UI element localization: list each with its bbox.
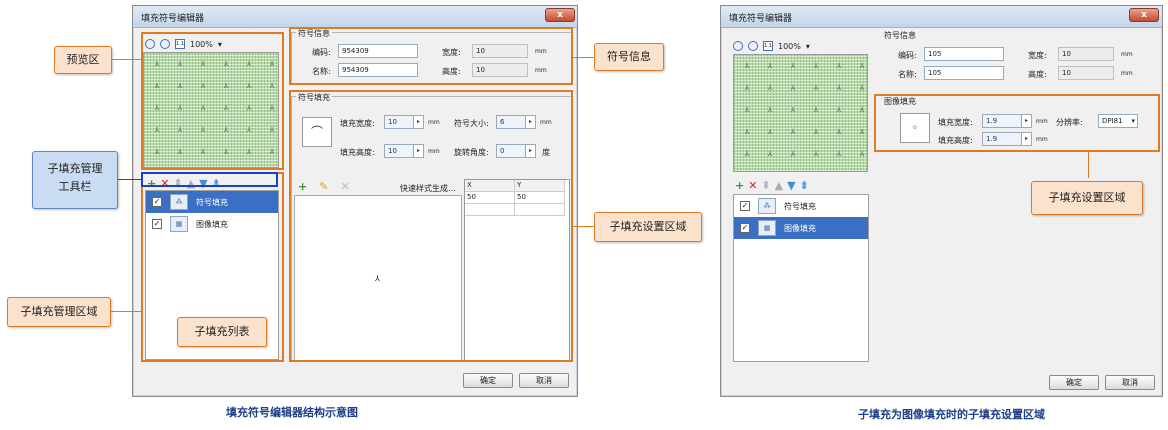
list-item-label: 符号填充 bbox=[784, 201, 816, 211]
code-label: 编码: bbox=[898, 51, 917, 60]
pattern-mark-icon: ⅄ bbox=[813, 150, 819, 158]
pattern-mark-icon: ⅄ bbox=[767, 84, 773, 92]
pattern-mark-icon: ⅄ bbox=[813, 84, 819, 92]
pattern-mark-icon: ⅄ bbox=[790, 128, 796, 136]
callout-subfill-list: 子填充列表 bbox=[177, 317, 267, 347]
arrow-subfill-manage bbox=[111, 311, 141, 312]
ok-button[interactable]: 确定 bbox=[463, 373, 513, 388]
cancel-button[interactable]: 取消 bbox=[1105, 375, 1155, 390]
pattern-mark-icon: ⅄ bbox=[744, 128, 750, 136]
image-fill-icon: ▦ bbox=[758, 220, 776, 236]
move-down-icon[interactable]: ▼ bbox=[787, 179, 795, 192]
callout-subfill-toolbar: 子填充管理 工具栏 bbox=[32, 151, 118, 209]
pattern-mark-icon: ⅄ bbox=[813, 62, 819, 70]
callout-subfill-manage: 子填充管理区域 bbox=[7, 297, 111, 327]
pattern-mark-icon: ⅄ bbox=[859, 106, 865, 114]
pattern-mark-icon: ⅄ bbox=[836, 84, 842, 92]
subfill-toolbar-frame bbox=[141, 172, 278, 187]
list-item-label: 图像填充 bbox=[784, 223, 816, 233]
left-close-button[interactable]: x bbox=[545, 8, 575, 22]
right-subfill-list: ✓ ⁂ 符号填充 ✓ ▦ 图像填充 bbox=[733, 194, 869, 362]
callout-preview-area: 预览区 bbox=[54, 46, 112, 74]
right-close-button[interactable]: x bbox=[1129, 8, 1159, 22]
group-label: 符号信息 bbox=[882, 30, 918, 41]
zoom-level[interactable]: 100% bbox=[778, 42, 801, 51]
pattern-mark-icon: ⅄ bbox=[767, 106, 773, 114]
right-zoom-bar: 1:1 100% ▾ bbox=[733, 39, 810, 53]
pattern-mark-icon: ⅄ bbox=[813, 128, 819, 136]
zoom-dropdown-icon[interactable]: ▾ bbox=[806, 42, 810, 51]
preview-area-frame bbox=[141, 32, 284, 170]
right-subfill-toolbar: + ✕ ⇞ ▲ ▼ ⇟ bbox=[735, 178, 809, 192]
zoom-in-icon[interactable] bbox=[733, 41, 743, 51]
pattern-mark-icon: ⅄ bbox=[859, 128, 865, 136]
actual-size-icon[interactable]: 1:1 bbox=[763, 41, 773, 51]
pattern-mark-icon: ⅄ bbox=[790, 150, 796, 158]
width-label: 宽度: bbox=[1028, 51, 1047, 60]
pattern-mark-icon: ⅄ bbox=[790, 62, 796, 70]
cancel-button[interactable]: 取消 bbox=[519, 373, 569, 388]
code-input[interactable]: 105 bbox=[924, 47, 1004, 61]
symbol-info-frame bbox=[289, 27, 573, 85]
pattern-mark-icon: ⅄ bbox=[790, 106, 796, 114]
pattern-mark-icon: ⅄ bbox=[744, 62, 750, 70]
pattern-mark-icon: ⅄ bbox=[859, 84, 865, 92]
arrow-subfill-settings bbox=[573, 226, 594, 227]
name-label: 名称: bbox=[898, 70, 917, 79]
pattern-mark-icon: ⅄ bbox=[744, 150, 750, 158]
zoom-out-icon[interactable] bbox=[748, 41, 758, 51]
arrow-right-subfill bbox=[1088, 152, 1089, 178]
callout-subfill-settings: 子填充设置区域 bbox=[594, 212, 702, 242]
caption-right: 子填充为图像填充时的子填充设置区域 bbox=[858, 408, 1045, 421]
ok-button[interactable]: 确定 bbox=[1049, 375, 1099, 390]
width-unit: mm bbox=[1121, 51, 1133, 58]
move-bottom-icon[interactable]: ⇟ bbox=[800, 179, 809, 192]
add-icon[interactable]: + bbox=[735, 179, 744, 192]
callout-line-2: 工具栏 bbox=[58, 180, 92, 193]
callout-symbol-info: 符号信息 bbox=[594, 43, 664, 71]
pattern-mark-icon: ⅄ bbox=[859, 150, 865, 158]
pattern-mark-icon: ⅄ bbox=[813, 106, 819, 114]
callout-line-1: 子填充管理 bbox=[47, 162, 103, 175]
right-dialog-title: 填充符号编辑器 bbox=[729, 14, 793, 24]
pattern-mark-icon: ⅄ bbox=[836, 106, 842, 114]
delete-icon[interactable]: ✕ bbox=[748, 179, 757, 192]
pattern-mark-icon: ⅄ bbox=[836, 62, 842, 70]
width-input: 10 bbox=[1058, 47, 1114, 61]
pattern-mark-icon: ⅄ bbox=[836, 150, 842, 158]
height-unit: mm bbox=[1121, 70, 1133, 77]
right-symbol-info-group: 符号信息 编码: 105 名称: 105 宽度: 10 mm 高度: 10 mm bbox=[877, 30, 1159, 86]
list-item-symbol-fill[interactable]: ✓ ⁂ 符号填充 bbox=[734, 195, 868, 217]
callout-right-subfill-settings: 子填充设置区域 bbox=[1031, 181, 1143, 215]
list-item-image-fill[interactable]: ✓ ▦ 图像填充 bbox=[734, 217, 868, 239]
pattern-mark-icon: ⅄ bbox=[859, 62, 865, 70]
right-preview-canvas: ⅄ ⅄ ⅄ ⅄ ⅄ ⅄ ⅄ ⅄ ⅄ ⅄ ⅄ ⅄ ⅄ ⅄ ⅄ ⅄ ⅄ ⅄ ⅄ ⅄ ⅄ ⅄ ⅄ ⅄ ⅄ ⅄ ⅄ ⅄ ⅄ ⅄ bbox=[733, 54, 868, 172]
pattern-mark-icon: ⅄ bbox=[744, 106, 750, 114]
symbol-fill-icon: ⁂ bbox=[758, 198, 776, 214]
checkbox[interactable]: ✓ bbox=[740, 223, 750, 233]
pattern-mark-icon: ⅄ bbox=[790, 84, 796, 92]
move-top-icon[interactable]: ⇞ bbox=[761, 179, 770, 192]
pattern-mark-icon: ⅄ bbox=[767, 62, 773, 70]
pattern-mark-icon: ⅄ bbox=[836, 128, 842, 136]
pattern-mark-icon: ⅄ bbox=[767, 128, 773, 136]
arrow-subfill-toolbar bbox=[118, 179, 141, 180]
height-label: 高度: bbox=[1028, 70, 1047, 79]
right-subfill-settings-frame bbox=[874, 94, 1160, 152]
move-up-icon[interactable]: ▲ bbox=[775, 179, 783, 192]
arrow-symbol-info bbox=[573, 57, 594, 58]
left-title-bar: 填充符号编辑器 x bbox=[133, 6, 577, 28]
pattern-mark-icon: ⅄ bbox=[744, 84, 750, 92]
pattern-mark-icon: ⅄ bbox=[767, 150, 773, 158]
caption-left: 填充符号编辑器结构示意图 bbox=[226, 406, 358, 419]
checkbox[interactable]: ✓ bbox=[740, 201, 750, 211]
subfill-settings-frame bbox=[289, 90, 573, 362]
right-title-bar: 填充符号编辑器 x bbox=[721, 6, 1162, 28]
left-dialog-title: 填充符号编辑器 bbox=[141, 14, 205, 24]
arrow-preview bbox=[112, 59, 141, 60]
name-input[interactable]: 105 bbox=[924, 66, 1004, 80]
height-input: 10 bbox=[1058, 66, 1114, 80]
